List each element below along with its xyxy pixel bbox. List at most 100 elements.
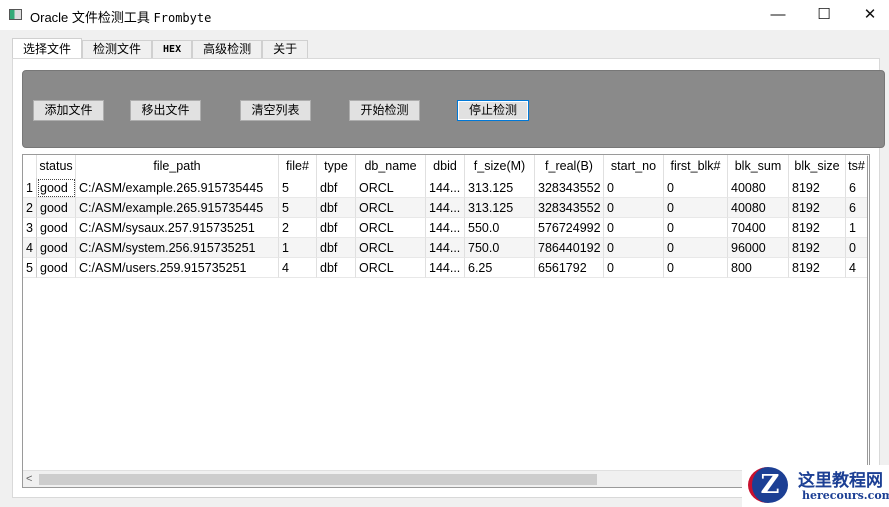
row-number[interactable]: 4 — [23, 238, 37, 258]
table-row[interactable]: 3 good C:/ASM/sysaux.257.915735251 2 dbf ORCL… — [23, 218, 868, 238]
cell-blk-sum[interactable]: 800 — [728, 258, 789, 278]
remove-file-button[interactable]: 移出文件 — [130, 100, 201, 121]
column-header-start-no[interactable]: start_no — [604, 155, 664, 178]
cell-blk-size[interactable]: 8192 — [789, 198, 846, 218]
cell-first-blk-[interactable]: 0 — [664, 218, 728, 238]
cell-f-real-B-[interactable]: 328343552 — [535, 198, 604, 218]
cell-f-size-M-[interactable]: 6.25 — [465, 258, 535, 278]
cell-file-[interactable]: 2 — [279, 218, 317, 238]
cell-first-blk-[interactable]: 0 — [664, 258, 728, 278]
cell-start-no[interactable]: 0 — [604, 218, 664, 238]
cell-start-no[interactable]: 0 — [604, 258, 664, 278]
cell-f-size-M-[interactable]: 750.0 — [465, 238, 535, 258]
column-header-blk-size[interactable]: blk_size — [789, 155, 846, 178]
cell-db-name[interactable]: ORCL — [356, 178, 426, 198]
cell-blk-sum[interactable]: 40080 — [728, 198, 789, 218]
cell-f-size-M-[interactable]: 550.0 — [465, 218, 535, 238]
cell-f-real-B-[interactable]: 328343552 — [535, 178, 604, 198]
row-number[interactable]: 2 — [23, 198, 37, 218]
column-header-f-real-B-[interactable]: f_real(B) — [535, 155, 604, 178]
cell-file-path[interactable]: C:/ASM/example.265.915735445 — [76, 198, 279, 218]
cell-status[interactable]: good — [37, 258, 76, 278]
tab-select-file[interactable]: 选择文件 — [12, 38, 83, 59]
cell-f-real-B-[interactable]: 786440192 — [535, 238, 604, 258]
cell-f-size-M-[interactable]: 313.125 — [465, 178, 535, 198]
column-header-f-size-M-[interactable]: f_size(M) — [465, 155, 535, 178]
table-row[interactable]: 2 good C:/ASM/example.265.915735445 5 dbf ORC… — [23, 198, 868, 218]
cell-ts-[interactable]: 6 — [846, 198, 868, 218]
cell-first-blk-[interactable]: 0 — [664, 238, 728, 258]
minimize-button[interactable]: — — [755, 2, 801, 28]
cell-db-name[interactable]: ORCL — [356, 238, 426, 258]
cell-file-path[interactable]: C:/ASM/example.265.915735445 — [76, 178, 279, 198]
cell-dbid[interactable]: 144... — [426, 178, 465, 198]
cell-f-real-B-[interactable]: 6561792 — [535, 258, 604, 278]
table-row[interactable]: 1 good C:/ASM/example.265.915735445 5 dbf ORC… — [23, 178, 868, 198]
table-row[interactable]: 5 good C:/ASM/users.259.915735251 4 dbf ORCL 1… — [23, 258, 868, 278]
tab-about[interactable]: 关于 — [262, 40, 309, 59]
start-check-button[interactable]: 开始检测 — [349, 100, 420, 121]
scrollbar-thumb[interactable] — [39, 474, 597, 485]
cell-type[interactable]: dbf — [317, 178, 356, 198]
cell-ts-[interactable]: 4 — [846, 258, 868, 278]
cell-file-[interactable]: 1 — [279, 238, 317, 258]
cell-blk-size[interactable]: 8192 — [789, 258, 846, 278]
cell-type[interactable]: dbf — [317, 198, 356, 218]
column-header-ts-[interactable]: ts# — [846, 155, 868, 178]
column-header-status[interactable]: status — [37, 155, 76, 178]
table-row[interactable]: 4 good C:/ASM/system.256.915735251 1 dbf ORCL… — [23, 238, 868, 258]
cell-blk-size[interactable]: 8192 — [789, 178, 846, 198]
cell-type[interactable]: dbf — [317, 238, 356, 258]
cell-dbid[interactable]: 144... — [426, 218, 465, 238]
tab-advanced-check[interactable]: 高级检测 — [192, 40, 263, 59]
cell-file-[interactable]: 5 — [279, 178, 317, 198]
cell-f-real-B-[interactable]: 576724992 — [535, 218, 604, 238]
cell-file-[interactable]: 4 — [279, 258, 317, 278]
clear-list-button[interactable]: 清空列表 — [240, 100, 311, 121]
cell-first-blk-[interactable]: 0 — [664, 198, 728, 218]
column-header-file-[interactable]: file# — [279, 155, 317, 178]
cell-dbid[interactable]: 144... — [426, 198, 465, 218]
tab-hex[interactable]: HEX — [152, 40, 193, 59]
cell-db-name[interactable]: ORCL — [356, 218, 426, 238]
scroll-left-icon[interactable]: < — [26, 471, 32, 487]
cell-ts-[interactable]: 1 — [846, 218, 868, 238]
stop-check-button[interactable]: 停止检测 — [457, 100, 529, 121]
column-header-dbid[interactable]: dbid — [426, 155, 465, 178]
column-header-db-name[interactable]: db_name — [356, 155, 426, 178]
cell-type[interactable]: dbf — [317, 258, 356, 278]
cell-blk-sum[interactable]: 40080 — [728, 178, 789, 198]
cell-dbid[interactable]: 144... — [426, 258, 465, 278]
cell-file-[interactable]: 5 — [279, 198, 317, 218]
cell-ts-[interactable]: 0 — [846, 238, 868, 258]
cell-file-path[interactable]: C:/ASM/sysaux.257.915735251 — [76, 218, 279, 238]
maximize-button[interactable]: ☐ — [801, 2, 847, 28]
column-header-first-blk-[interactable]: first_blk# — [664, 155, 728, 178]
cell-status[interactable]: good — [37, 198, 76, 218]
cell-file-path[interactable]: C:/ASM/users.259.915735251 — [76, 258, 279, 278]
cell-blk-size[interactable]: 8192 — [789, 238, 846, 258]
cell-blk-sum[interactable]: 70400 — [728, 218, 789, 238]
column-header-blk-sum[interactable]: blk_sum — [728, 155, 789, 178]
cell-db-name[interactable]: ORCL — [356, 258, 426, 278]
row-number[interactable]: 1 — [23, 178, 37, 198]
tab-check-file[interactable]: 检测文件 — [82, 40, 153, 59]
cell-start-no[interactable]: 0 — [604, 198, 664, 218]
cell-start-no[interactable]: 0 — [604, 238, 664, 258]
column-header-type[interactable]: type — [317, 155, 356, 178]
cell-dbid[interactable]: 144... — [426, 238, 465, 258]
cell-start-no[interactable]: 0 — [604, 178, 664, 198]
add-file-button[interactable]: 添加文件 — [33, 100, 104, 121]
cell-type[interactable]: dbf — [317, 218, 356, 238]
cell-blk-size[interactable]: 8192 — [789, 218, 846, 238]
cell-file-path[interactable]: C:/ASM/system.256.915735251 — [76, 238, 279, 258]
row-number[interactable]: 5 — [23, 258, 37, 278]
cell-db-name[interactable]: ORCL — [356, 198, 426, 218]
cell-f-size-M-[interactable]: 313.125 — [465, 198, 535, 218]
cell-status[interactable]: good — [37, 218, 76, 238]
column-header-file-path[interactable]: file_path — [76, 155, 279, 178]
cell-ts-[interactable]: 6 — [846, 178, 868, 198]
cell-status[interactable]: good — [37, 238, 76, 258]
cell-status[interactable]: good — [37, 178, 76, 198]
cell-blk-sum[interactable]: 96000 — [728, 238, 789, 258]
